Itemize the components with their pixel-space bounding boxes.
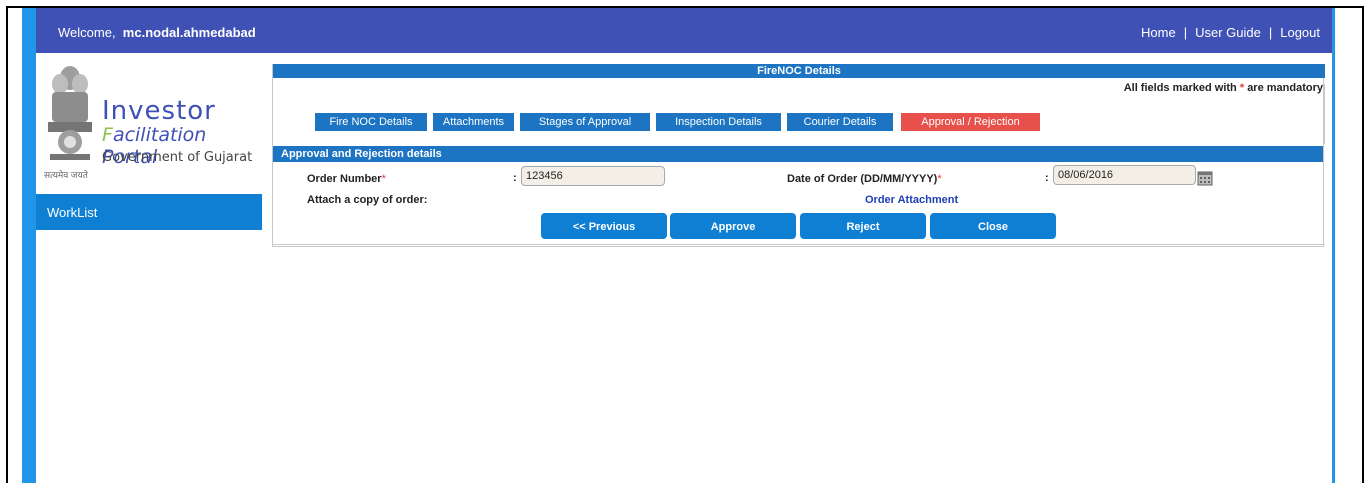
tab-courier-details[interactable]: Courier Details bbox=[787, 113, 893, 131]
divider bbox=[1324, 84, 1325, 144]
mandatory-prefix: All fields marked with bbox=[1123, 82, 1237, 94]
logo-letter-f: F bbox=[102, 124, 113, 146]
reject-button[interactable]: Reject bbox=[800, 213, 926, 239]
logout-link[interactable]: Logout bbox=[1280, 25, 1320, 40]
mandatory-star: * bbox=[1239, 82, 1245, 94]
divider bbox=[273, 244, 1325, 245]
colon: : bbox=[1045, 172, 1049, 184]
firenoc-panel: FireNOC Details All fields marked with *… bbox=[272, 64, 1325, 247]
tab-approval-rejection[interactable]: Approval / Rejection bbox=[901, 113, 1040, 131]
separator: | bbox=[1183, 25, 1188, 40]
welcome-label: Welcome, bbox=[58, 25, 116, 40]
sidebar-item-worklist[interactable]: WorkList bbox=[36, 194, 262, 230]
order-number-label-text: Order Number bbox=[307, 173, 382, 185]
top-navbar: Welcome, mc.nodal.ahmedabad Home | User Gu… bbox=[36, 8, 1332, 53]
previous-button[interactable]: << Previous bbox=[541, 213, 667, 239]
mandatory-suffix: are mandatory bbox=[1247, 82, 1323, 94]
calendar-icon[interactable] bbox=[1197, 170, 1213, 186]
date-of-order-label: Date of Order (DD/MM/YYYY)* bbox=[787, 173, 942, 185]
approve-button[interactable]: Approve bbox=[670, 213, 796, 239]
panel-title: FireNOC Details bbox=[273, 64, 1325, 78]
home-link[interactable]: Home bbox=[1141, 25, 1176, 40]
mandatory-note: All fields marked with * are mandatory bbox=[1124, 82, 1323, 94]
date-of-order-label-text: Date of Order (DD/MM/YYYY) bbox=[787, 173, 938, 185]
separator: | bbox=[1268, 25, 1273, 40]
top-links: Home | User Guide | Logout bbox=[1141, 25, 1320, 40]
tab-fire-noc-details[interactable]: Fire NOC Details bbox=[315, 113, 427, 131]
logo-subtitle: Government of Gujarat bbox=[102, 150, 253, 165]
tab-stages-of-approval[interactable]: Stages of Approval bbox=[520, 113, 650, 131]
emblem-motto: सत्यमेव जयते bbox=[44, 170, 88, 180]
section-title: Approval and Rejection details bbox=[273, 146, 1323, 162]
tab-attachments[interactable]: Attachments bbox=[433, 113, 514, 131]
order-attachment-link[interactable]: Order Attachment bbox=[865, 194, 958, 206]
required-star: * bbox=[381, 173, 386, 185]
colon: : bbox=[513, 172, 517, 184]
portal-logo[interactable]: Investor Facilitation Portal Government … bbox=[36, 60, 266, 180]
order-number-label: Order Number* bbox=[307, 173, 386, 185]
left-accent-rail bbox=[22, 8, 36, 483]
username: mc.nodal.ahmedabad bbox=[122, 25, 256, 40]
right-accent-rail bbox=[1332, 8, 1335, 483]
welcome-text: Welcome, mc.nodal.ahmedabad bbox=[58, 25, 256, 40]
user-guide-link[interactable]: User Guide bbox=[1195, 25, 1261, 40]
order-number-input[interactable] bbox=[521, 166, 665, 186]
tab-inspection-details[interactable]: Inspection Details bbox=[656, 113, 781, 131]
logo-title-investor: Investor bbox=[102, 96, 216, 126]
attach-order-label: Attach a copy of order: bbox=[307, 194, 428, 206]
required-star: * bbox=[937, 173, 942, 185]
ashoka-emblem-icon bbox=[48, 66, 92, 160]
date-of-order-input[interactable] bbox=[1053, 165, 1196, 185]
close-button[interactable]: Close bbox=[930, 213, 1056, 239]
